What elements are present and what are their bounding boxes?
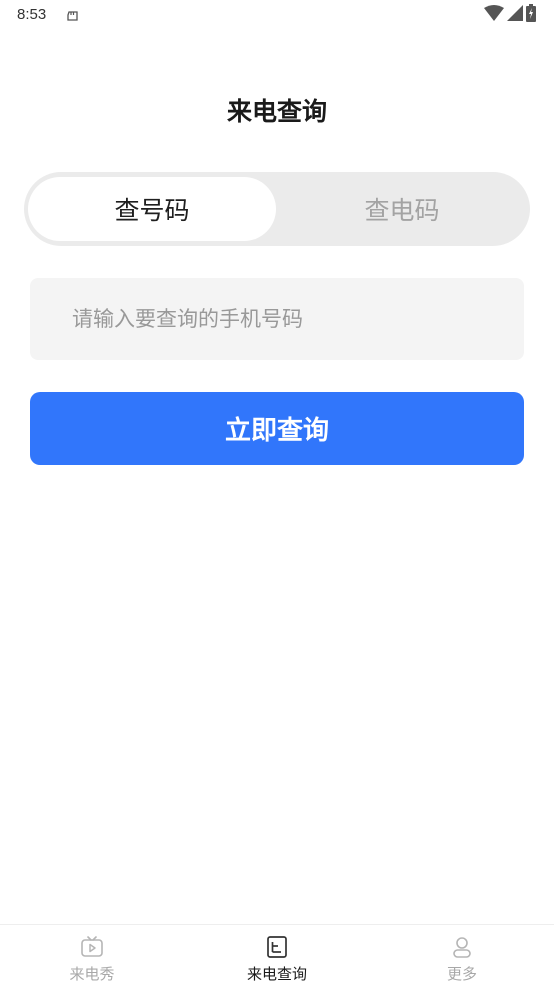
phone-number-input[interactable] <box>30 278 524 360</box>
nav-item-call-query[interactable]: 来电查询 <box>217 925 337 985</box>
battery-icon <box>526 4 536 26</box>
nav-label-call-query: 来电查询 <box>246 965 307 983</box>
notification-icon <box>66 8 80 22</box>
status-indicators <box>484 4 536 26</box>
query-type-segment: 查号码 查电码 <box>24 172 530 246</box>
bottom-nav: 来电秀 来电查询 更多 <box>0 924 554 984</box>
wifi-icon <box>484 5 504 25</box>
nav-item-more[interactable]: 更多 <box>402 925 522 985</box>
tv-play-icon <box>80 935 104 959</box>
nav-label-more: 更多 <box>446 965 477 983</box>
status-bar: 8:53 <box>0 0 554 32</box>
user-icon <box>450 935 474 959</box>
query-now-button[interactable]: 立即查询 <box>30 392 524 465</box>
signal-icon <box>507 5 523 25</box>
page-title: 来电查询 <box>226 97 327 126</box>
nav-label-call-show: 来电秀 <box>69 965 115 983</box>
tab-query-telecode[interactable]: 查电码 <box>278 177 526 241</box>
tab-query-number[interactable]: 查号码 <box>28 177 276 241</box>
document-list-icon <box>265 935 289 959</box>
nav-item-call-show[interactable]: 来电秀 <box>32 925 152 985</box>
status-time: 8:53 <box>17 6 47 23</box>
